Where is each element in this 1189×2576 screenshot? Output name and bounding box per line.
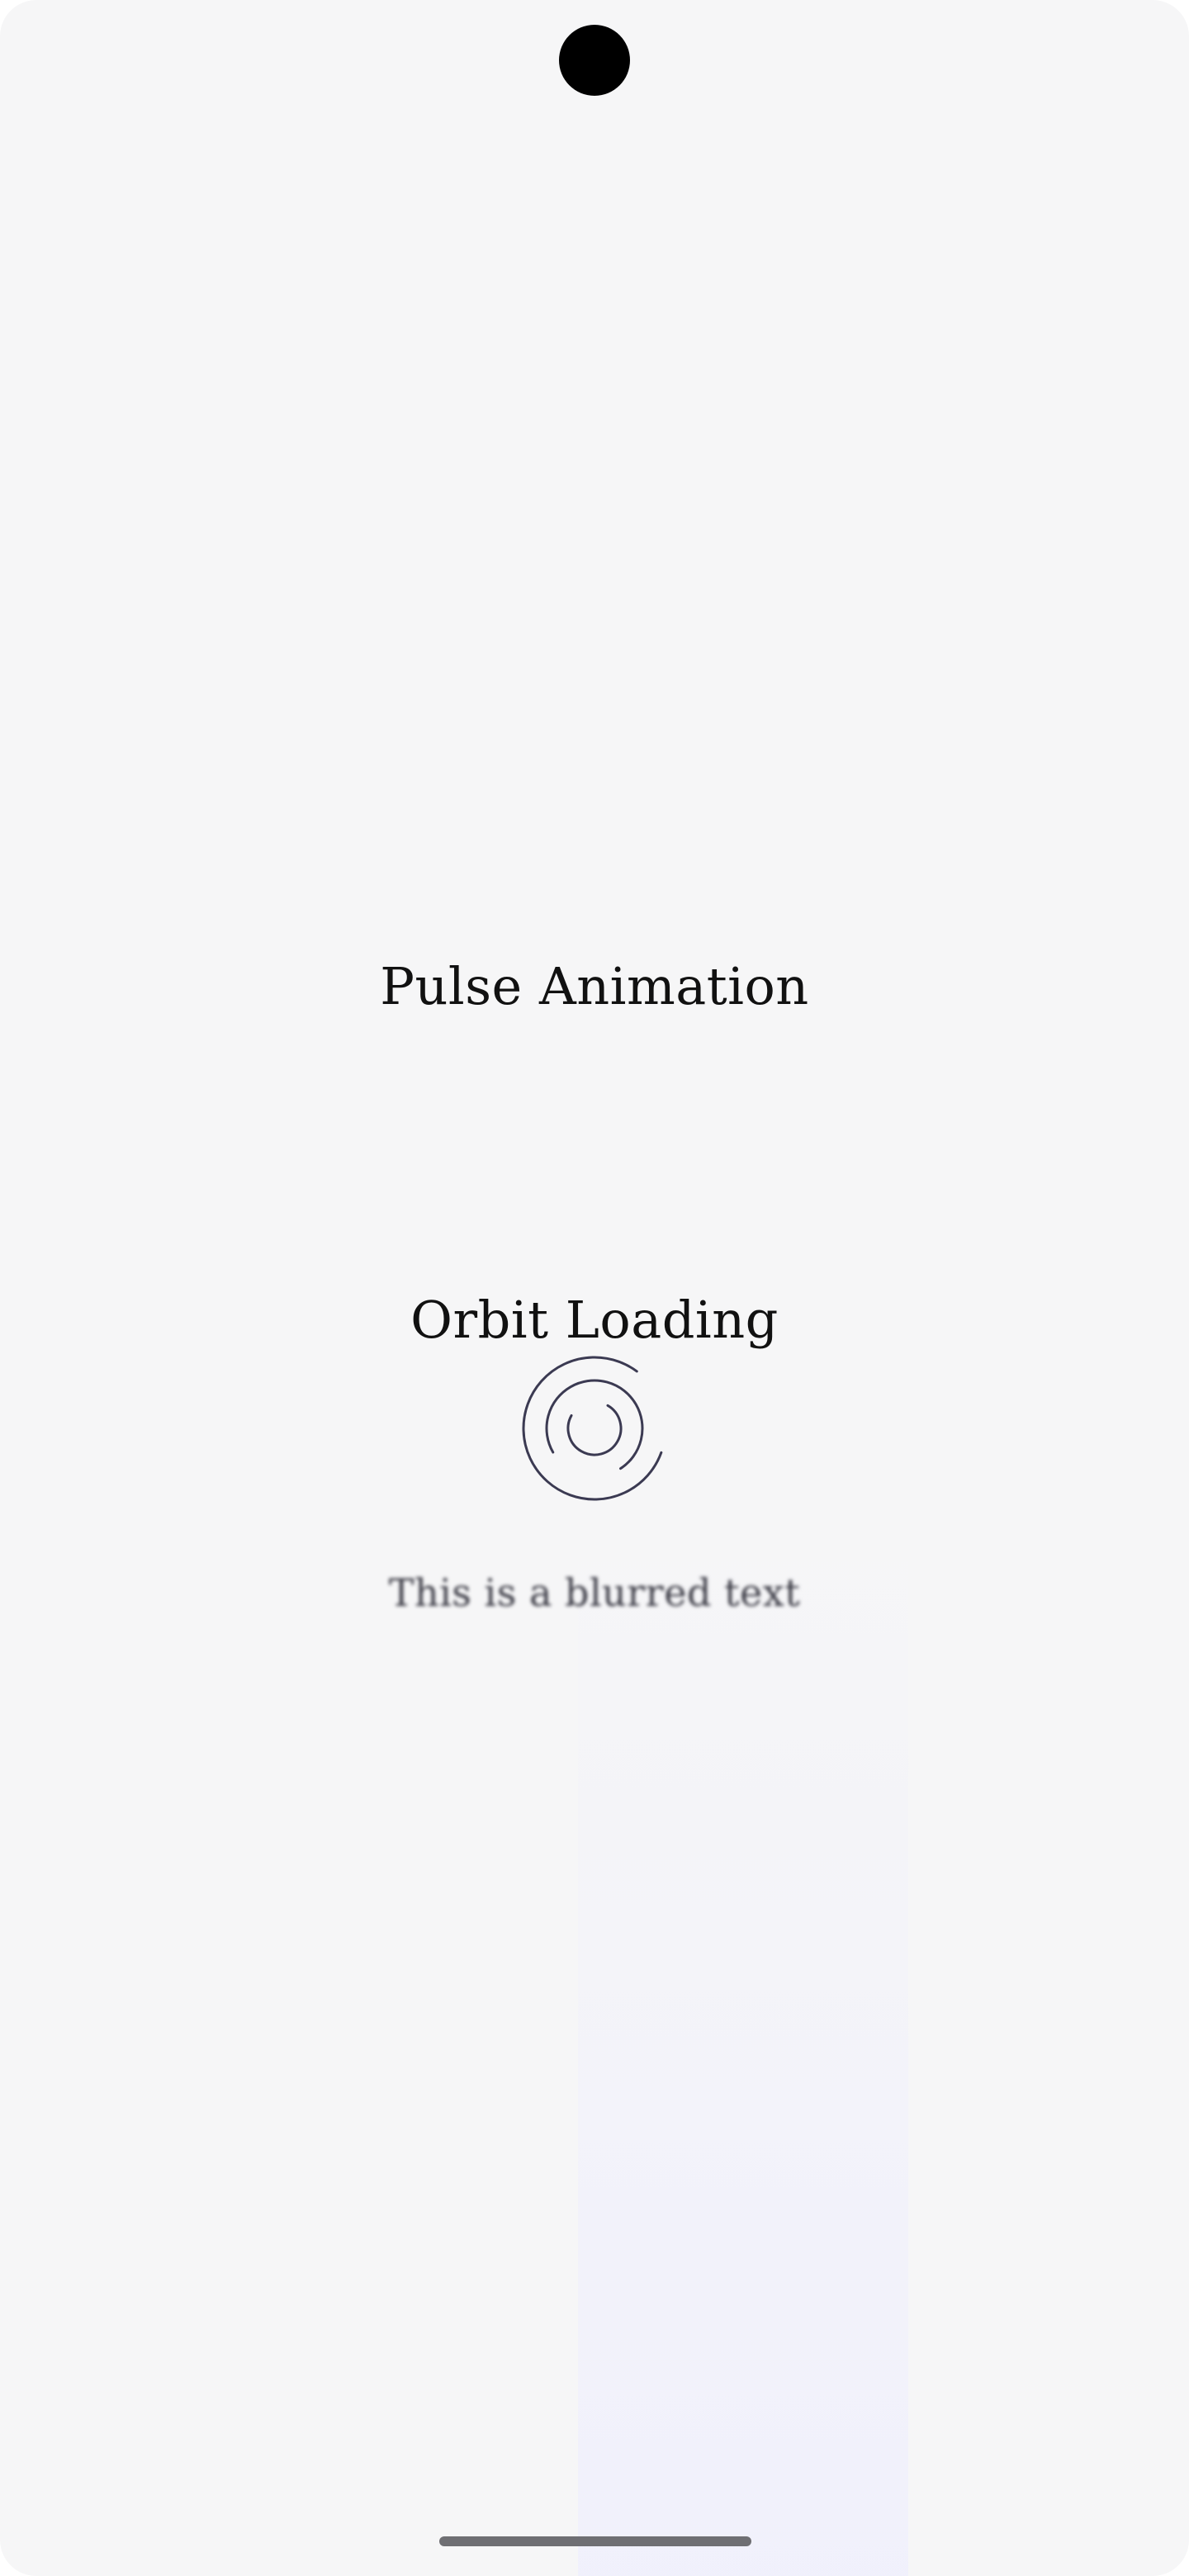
- orbit-loading-title: Orbit Loading: [410, 1290, 779, 1350]
- orbit-loader-icon: [520, 1354, 669, 1503]
- orbit-middle-ring: [545, 1379, 644, 1478]
- blurred-text: This is a blurred text: [388, 1570, 801, 1615]
- pulse-animation-area: [512, 1065, 677, 1230]
- pulse-animation-title: Pulse Animation: [380, 956, 809, 1016]
- background-tint: [578, 1486, 908, 2576]
- home-indicator[interactable]: [439, 2536, 751, 2546]
- orbit-outer-ring: [522, 1356, 667, 1501]
- phone-screen: Pulse Animation Orbit Loading This is a …: [0, 0, 1189, 2576]
- orbit-inner-ring: [566, 1400, 623, 1456]
- status-area: [0, 0, 1189, 116]
- front-camera: [559, 25, 630, 96]
